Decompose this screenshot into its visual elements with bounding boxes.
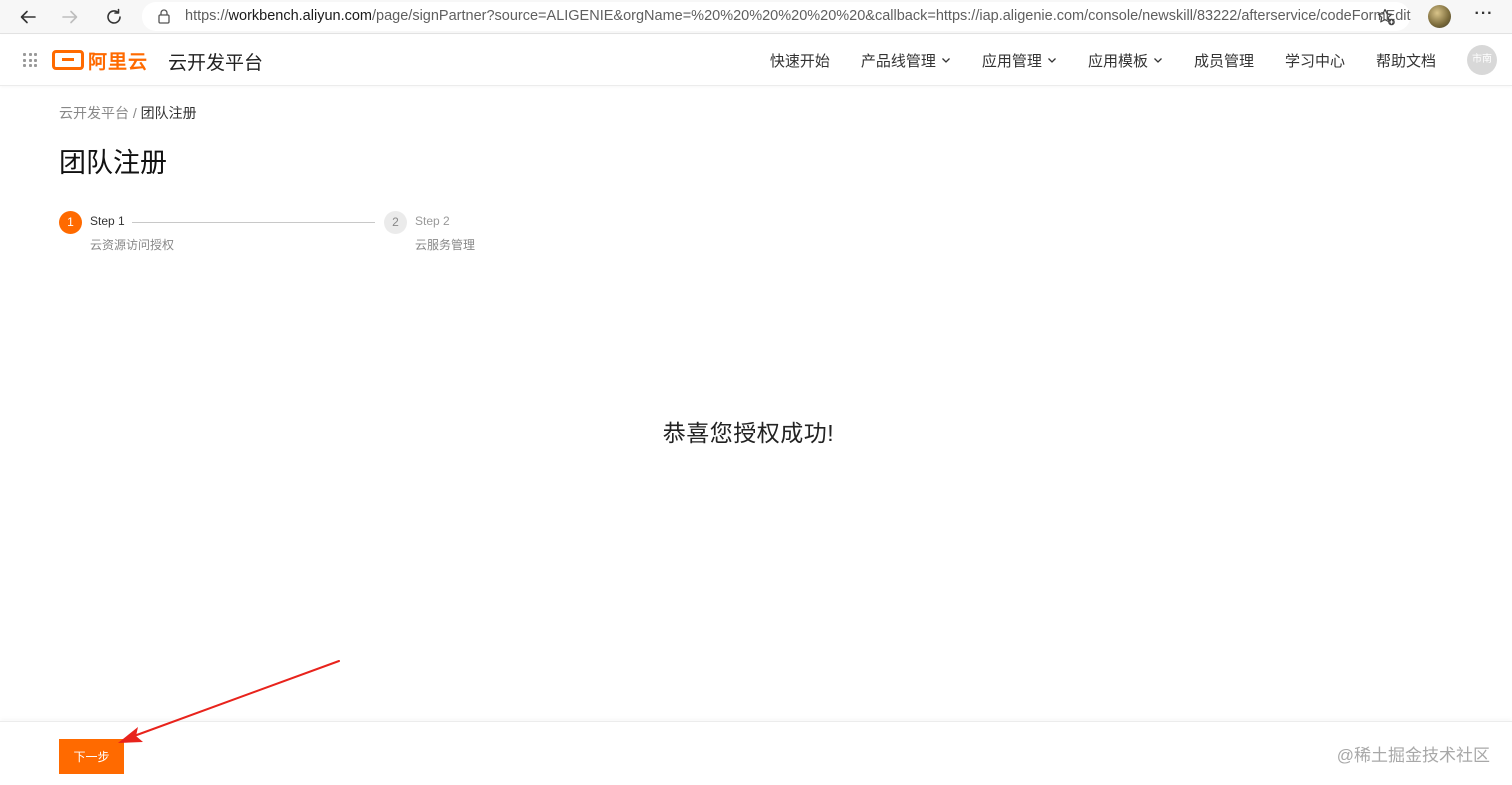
url-host: workbench.aliyun.com xyxy=(228,8,372,24)
aliyun-logo-mark-icon xyxy=(52,50,84,70)
next-step-button[interactable]: 下一步 xyxy=(59,739,124,774)
step-2-description: 云服务管理 xyxy=(415,238,476,252)
success-message: 恭喜您授权成功! xyxy=(662,420,835,446)
browser-menu-icon[interactable]: ··· xyxy=(1472,3,1496,29)
chevron-down-icon xyxy=(941,58,950,63)
annotation-arrow-icon xyxy=(118,660,340,743)
nav-app-management[interactable]: 应用管理 xyxy=(982,50,1057,71)
nav-label: 学习中心 xyxy=(1284,52,1345,70)
address-bar[interactable]: https://workbench.aliyun.com/page/signPa… xyxy=(142,2,1411,31)
page-title: 团队注册 xyxy=(59,148,167,178)
top-nav: 快速开始 产品线管理 应用管理 应用模板 成员管理 学习中心 帮助文档 xyxy=(739,35,1436,85)
aliyun-logo[interactable]: 阿里云 xyxy=(52,48,149,73)
step-1-title: Step 1 xyxy=(90,214,125,228)
apps-grid-icon[interactable] xyxy=(23,53,37,67)
nav-label: 帮助文档 xyxy=(1375,52,1436,70)
nav-label: 成员管理 xyxy=(1193,52,1254,70)
breadcrumb-separator: / xyxy=(129,105,141,121)
nav-label: 应用模板 xyxy=(1087,52,1148,70)
forward-icon[interactable] xyxy=(57,4,83,30)
url-text[interactable]: https://workbench.aliyun.com/page/signPa… xyxy=(185,8,1411,24)
step-1-number: 1 xyxy=(59,211,82,234)
favorite-star-icon[interactable] xyxy=(1376,7,1396,27)
watermark: @稀土掘金技术社区 xyxy=(1336,746,1490,765)
nav-learning-center[interactable]: 学习中心 xyxy=(1285,50,1345,71)
nav-member-management[interactable]: 成员管理 xyxy=(1194,50,1254,71)
nav-help-docs[interactable]: 帮助文档 xyxy=(1376,50,1436,71)
step-2-title: Step 2 xyxy=(415,214,450,228)
nav-label: 应用管理 xyxy=(981,52,1042,70)
browser-toolbar: https://workbench.aliyun.com/page/signPa… xyxy=(0,0,1512,34)
chevron-down-icon xyxy=(1153,58,1162,63)
user-avatar[interactable]: 市南 xyxy=(1467,45,1497,75)
nav-app-templates[interactable]: 应用模板 xyxy=(1088,50,1163,71)
reload-icon[interactable] xyxy=(101,4,127,30)
nav-product-line[interactable]: 产品线管理 xyxy=(861,50,951,71)
nav-label: 产品线管理 xyxy=(860,52,936,70)
chevron-down-icon xyxy=(1047,58,1056,63)
nav-label: 快速开始 xyxy=(769,52,830,70)
lock-icon[interactable] xyxy=(156,8,172,24)
step-1-description: 云资源访问授权 xyxy=(90,238,175,252)
platform-title[interactable]: 云开发平台 xyxy=(168,48,263,75)
nav-quick-start[interactable]: 快速开始 xyxy=(770,50,830,71)
footer-action-bar: 下一步 @稀土掘金技术社区 xyxy=(0,721,1512,785)
back-icon[interactable] xyxy=(15,4,41,30)
url-path: /page/signPartner?source=ALIGENIE&orgNam… xyxy=(372,8,1411,24)
breadcrumb: 云开发平台 / 团队注册 xyxy=(59,103,197,123)
logo-text: 阿里云 xyxy=(88,51,149,73)
step-connector xyxy=(132,222,375,223)
breadcrumb-root[interactable]: 云开发平台 xyxy=(59,105,129,121)
url-prefix: https:// xyxy=(185,8,229,24)
app-header: 阿里云 云开发平台 快速开始 产品线管理 应用管理 应用模板 成员管理 学习中心… xyxy=(0,35,1512,86)
breadcrumb-current: 团队注册 xyxy=(140,105,197,121)
browser-profile-avatar[interactable] xyxy=(1428,5,1451,28)
step-2-number: 2 xyxy=(384,211,407,234)
steps-indicator: 1 Step 1 云资源访问授权 2 Step 2 云服务管理 xyxy=(59,210,539,260)
